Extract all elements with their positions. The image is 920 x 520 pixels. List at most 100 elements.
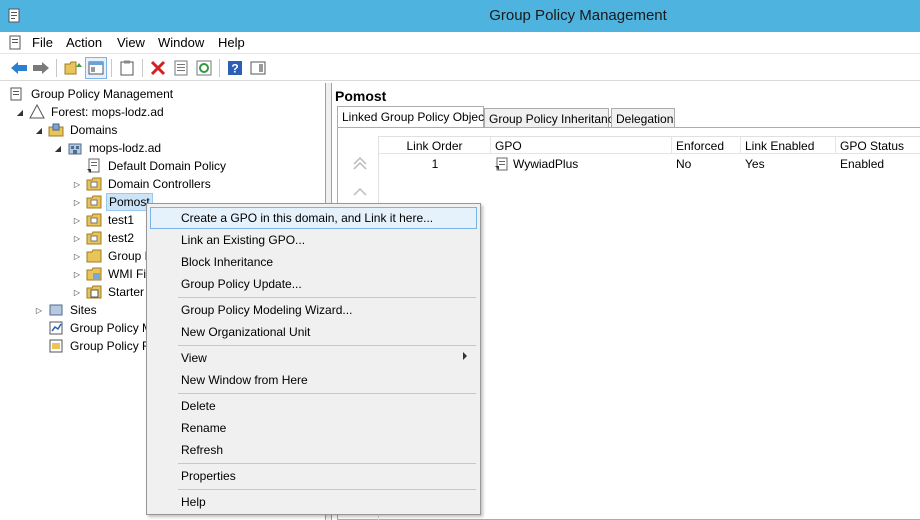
- cell-enforced[interactable]: No: [672, 155, 741, 172]
- delete-x-icon: [150, 60, 166, 76]
- menu-view-label: View: [181, 351, 207, 365]
- collapse-arrow-icon[interactable]: ◢: [53, 144, 63, 153]
- tree-item-pomost[interactable]: ▷ Pomost: [72, 193, 153, 211]
- ou-folder-icon: [86, 213, 102, 227]
- col-link-order[interactable]: Link Order: [379, 137, 491, 154]
- tree-item-domain-controllers[interactable]: ▷ Domain Controllers: [72, 175, 213, 193]
- tree-item-forest[interactable]: ◢ Forest: mops-lodz.ad: [15, 103, 166, 121]
- menu-create-gpo-and-link[interactable]: Create a GPO in this domain, and Link it…: [150, 207, 477, 229]
- tree-item-gp-modeling[interactable]: Group Policy M: [48, 319, 154, 337]
- console-tree-icon: [88, 61, 104, 75]
- menu-block-inheritance[interactable]: Block Inheritance: [150, 251, 477, 273]
- system-menu-icon[interactable]: [9, 35, 23, 51]
- refresh-icon: [196, 60, 212, 76]
- domains-icon: [48, 123, 64, 137]
- expand-arrow-icon[interactable]: ▷: [72, 234, 82, 243]
- tree-item-wmi-filters[interactable]: ▷ WMI Fi: [72, 265, 148, 283]
- tab-linked-gpos[interactable]: Linked Group Policy Objects: [337, 106, 493, 128]
- ou-folder-icon: [86, 231, 102, 245]
- menu-separator: [178, 463, 476, 464]
- back-button[interactable]: [8, 57, 30, 79]
- details-title: Pomost: [335, 88, 387, 104]
- col-gpo[interactable]: GPO: [491, 137, 672, 154]
- expand-arrow-icon[interactable]: ▷: [72, 252, 82, 261]
- context-menu: Create a GPO in this domain, and Link it…: [146, 203, 481, 515]
- tree-item-group-policy-objects[interactable]: ▷ Group P: [72, 247, 155, 265]
- help-button[interactable]: ?: [224, 57, 246, 79]
- menu-file[interactable]: File: [32, 35, 53, 50]
- menu-new-window-from-here[interactable]: New Window from Here: [150, 369, 477, 391]
- clipboard-button[interactable]: [116, 57, 138, 79]
- help-icon: ?: [228, 61, 242, 76]
- show-hide-tree-button[interactable]: [85, 57, 107, 79]
- menu-new-ou[interactable]: New Organizational Unit: [150, 321, 477, 343]
- expand-arrow-icon[interactable]: ▷: [72, 270, 82, 279]
- menu-separator: [178, 393, 476, 394]
- expand-arrow-icon[interactable]: ▷: [72, 198, 82, 207]
- toolbar: ?: [0, 55, 920, 81]
- menu-view[interactable]: View: [150, 347, 477, 369]
- menu-help[interactable]: Help: [218, 35, 245, 50]
- menu-action[interactable]: Action: [66, 35, 102, 50]
- gpo-folder-icon: [86, 249, 102, 263]
- domain-icon: [68, 143, 82, 155]
- tree-item-domains[interactable]: ◢ Domains: [34, 121, 119, 139]
- col-gpo-status[interactable]: GPO Status: [836, 137, 920, 154]
- menu-view[interactable]: View: [117, 35, 145, 50]
- cell-link-enabled[interactable]: Yes: [741, 155, 836, 172]
- menu-delete[interactable]: Delete: [150, 395, 477, 417]
- expand-arrow-icon[interactable]: ▷: [72, 180, 82, 189]
- tab-delegation[interactable]: Delegation: [611, 108, 675, 128]
- cell-gpo-status[interactable]: Enabled: [836, 155, 920, 172]
- refresh-button[interactable]: [193, 57, 215, 79]
- up-folder-icon: [64, 61, 82, 75]
- starter-folder-icon: [86, 285, 102, 299]
- ou-folder-icon: [86, 177, 102, 191]
- gpo-link-icon: [495, 157, 508, 170]
- tree-item-test2[interactable]: ▷ test2: [72, 229, 136, 247]
- expand-arrow-icon[interactable]: ▷: [72, 216, 82, 225]
- menu-properties[interactable]: Properties: [150, 465, 477, 487]
- tree-item-domain[interactable]: ◢ mops-lodz.ad: [53, 139, 163, 157]
- menu-link-existing-gpo[interactable]: Link an Existing GPO...: [150, 229, 477, 251]
- col-link-enabled[interactable]: Link Enabled: [741, 137, 836, 154]
- collapse-arrow-icon[interactable]: ◢: [15, 108, 25, 117]
- gpo-link-icon: [87, 158, 100, 173]
- menu-gp-update[interactable]: Group Policy Update...: [150, 273, 477, 295]
- move-to-top-icon[interactable]: [352, 156, 368, 172]
- window-title: Group Policy Management: [489, 7, 667, 24]
- delete-button[interactable]: [147, 57, 169, 79]
- show-hide-action-pane-button[interactable]: [247, 57, 269, 79]
- menu-separator: [178, 297, 476, 298]
- expand-arrow-icon[interactable]: ▷: [34, 306, 44, 315]
- tree-item-starter-gpos[interactable]: ▷ Starter: [72, 283, 146, 301]
- sites-icon: [49, 304, 63, 316]
- expand-arrow-icon[interactable]: ▷: [72, 288, 82, 297]
- gpo-name: WywiadPlus: [513, 156, 579, 171]
- collapse-arrow-icon[interactable]: ◢: [34, 126, 44, 135]
- svg-text:?: ?: [231, 62, 238, 76]
- forward-arrow-icon: [33, 62, 49, 74]
- tree-item-root[interactable]: Group Policy Management: [9, 85, 175, 103]
- properties-button[interactable]: [170, 57, 192, 79]
- menu-window[interactable]: Window: [158, 35, 204, 50]
- ou-folder-icon: [86, 195, 102, 209]
- menu-separator: [178, 489, 476, 490]
- menu-rename[interactable]: Rename: [150, 417, 477, 439]
- tree-item-sites[interactable]: ▷ Sites: [34, 301, 99, 319]
- menu-refresh[interactable]: Refresh: [150, 439, 477, 461]
- action-pane-icon: [250, 61, 266, 75]
- tree-item-test1[interactable]: ▷ test1: [72, 211, 136, 229]
- move-up-icon[interactable]: [352, 184, 368, 200]
- menu-help[interactable]: Help: [150, 491, 477, 513]
- tree-item-gp-results[interactable]: Group Policy R: [48, 337, 153, 355]
- up-folder-button[interactable]: [62, 57, 84, 79]
- tab-gp-inheritance[interactable]: Group Policy Inheritance: [484, 108, 620, 128]
- results-icon: [49, 339, 63, 353]
- cell-gpo[interactable]: WywiadPlus: [491, 155, 672, 172]
- tree-item-default-domain-policy[interactable]: Default Domain Policy: [86, 157, 228, 175]
- col-enforced[interactable]: Enforced: [672, 137, 741, 154]
- menu-gp-modeling-wizard[interactable]: Group Policy Modeling Wizard...: [150, 299, 477, 321]
- forward-button[interactable]: [30, 57, 52, 79]
- cell-link-order[interactable]: 1: [379, 155, 491, 172]
